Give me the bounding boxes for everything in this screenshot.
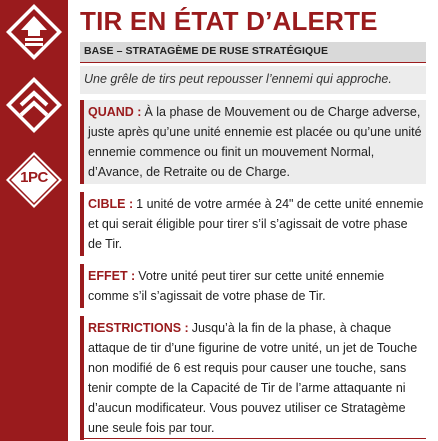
phase-badge-movement: [4, 75, 64, 135]
cost-label: 1PC: [20, 169, 48, 186]
card-title: TIR EN ÉTAT D’ALERTE: [80, 6, 378, 36]
rule-target: CIBLE :1 unité de votre armée à 24" de c…: [80, 192, 426, 256]
bottom-divider: [80, 438, 426, 439]
chevrons-up-icon: [6, 77, 62, 133]
rule-when: QUAND :À la phase de Mouvement ou de Cha…: [80, 100, 426, 184]
side-strip: 1PC: [0, 0, 68, 441]
flavor-text: Une grêle de tirs peut repousser l’ennem…: [84, 72, 392, 86]
rule-restrictions-text: Jusqu’à la fin de la phase, à chaque att…: [88, 321, 418, 435]
rule-target-label: CIBLE :: [88, 197, 134, 211]
rules-body: QUAND :À la phase de Mouvement ou de Cha…: [80, 100, 426, 441]
up-arrow-icon: [6, 4, 62, 60]
rule-restrictions-label: RESTRICTIONS :: [88, 321, 189, 335]
cost-badge: 1PC: [4, 150, 64, 210]
card-content: TIR EN ÉTAT D’ALERTE BASE – STRATAGÈME D…: [80, 0, 430, 441]
flavor-bar: Une grêle de tirs peut repousser l’ennem…: [80, 66, 426, 94]
rule-when-label: QUAND :: [88, 105, 142, 119]
phase-badge-shooting: [4, 2, 64, 62]
rule-restrictions: RESTRICTIONS : Jusqu’à la fin de la phase…: [80, 316, 426, 440]
category-label: BASE – STRATAGÈME DE RUSE STRATÉGIQUE: [84, 45, 329, 57]
category-bar: BASE – STRATAGÈME DE RUSE STRATÉGIQUE: [80, 42, 426, 63]
rule-effect: EFFET : Votre unité peut tirer sur cette …: [80, 264, 426, 308]
stratagem-card: 1PC TIR EN ÉTAT D’ALERTE BASE – STRATAGÈ…: [0, 0, 438, 441]
rule-effect-label: EFFET :: [88, 269, 136, 283]
rule-target-text: 1 unité de votre armée à 24" de cette un…: [88, 197, 424, 251]
